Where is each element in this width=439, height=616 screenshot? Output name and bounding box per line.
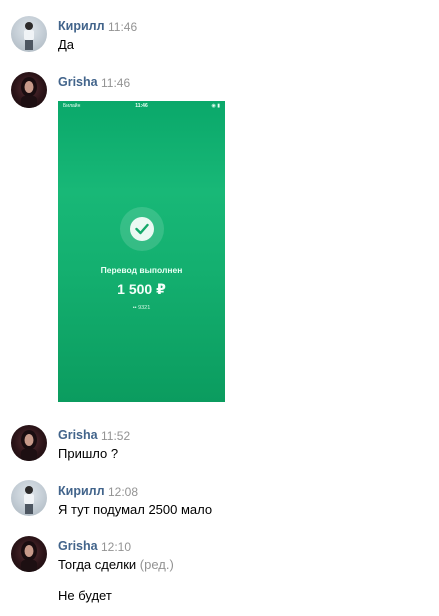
message-text: Пришло ? — [58, 446, 119, 461]
author-name[interactable]: Кирилл — [58, 19, 105, 33]
battery-icon: ◉ ▮ — [211, 103, 220, 109]
author-name[interactable]: Кирилл — [58, 484, 105, 498]
message-time[interactable]: 12:10 — [101, 540, 131, 554]
attachment-screenshot[interactable]: Билайн 11:46 ◉ ▮ Перевод выполнен 1 500 … — [58, 101, 225, 402]
message-text-main: Тогда сделки — [58, 557, 137, 572]
message-text: Тогда сделки (ред.) — [58, 557, 174, 572]
author-name[interactable]: Grisha — [58, 428, 98, 442]
edited-label[interactable]: (ред.) — [140, 557, 174, 572]
transfer-amount: 1 500 ₽ — [117, 281, 166, 297]
avatar-kirill[interactable] — [11, 480, 47, 516]
message-time[interactable]: 12:08 — [108, 485, 138, 499]
avatar-grisha[interactable] — [11, 72, 47, 108]
message-text-second: Не будет — [58, 588, 112, 603]
message-time[interactable]: 11:46 — [108, 20, 137, 34]
avatar-kirill[interactable] — [11, 16, 47, 52]
message-4: Кирилл 12:08 Я тут подумал 2500 мало — [0, 470, 439, 525]
author-name[interactable]: Grisha — [58, 75, 98, 89]
check-icon — [130, 217, 154, 241]
author-name[interactable]: Grisha — [58, 539, 98, 553]
status-time: 11:46 — [135, 103, 148, 109]
message-text: Я тут подумал 2500 мало — [58, 502, 213, 517]
message-time[interactable]: 11:46 — [101, 76, 130, 90]
message-3: Grisha 11:52 Пришло ? — [0, 415, 439, 470]
message-5: Grisha 12:10 Тогда сделки (ред.) Не буде… — [0, 525, 439, 616]
transfer-title: Перевод выполнен — [100, 265, 183, 275]
card-number: •• 9321 — [132, 305, 151, 311]
message-time[interactable]: 11:52 — [101, 429, 130, 443]
avatar-grisha[interactable] — [11, 536, 47, 572]
avatar-grisha[interactable] — [11, 425, 47, 461]
message-1: Кирилл 11:46 Да — [0, 0, 439, 60]
message-text: Да — [58, 37, 75, 52]
status-bar: Билайн 11:46 ◉ ▮ — [58, 101, 225, 111]
